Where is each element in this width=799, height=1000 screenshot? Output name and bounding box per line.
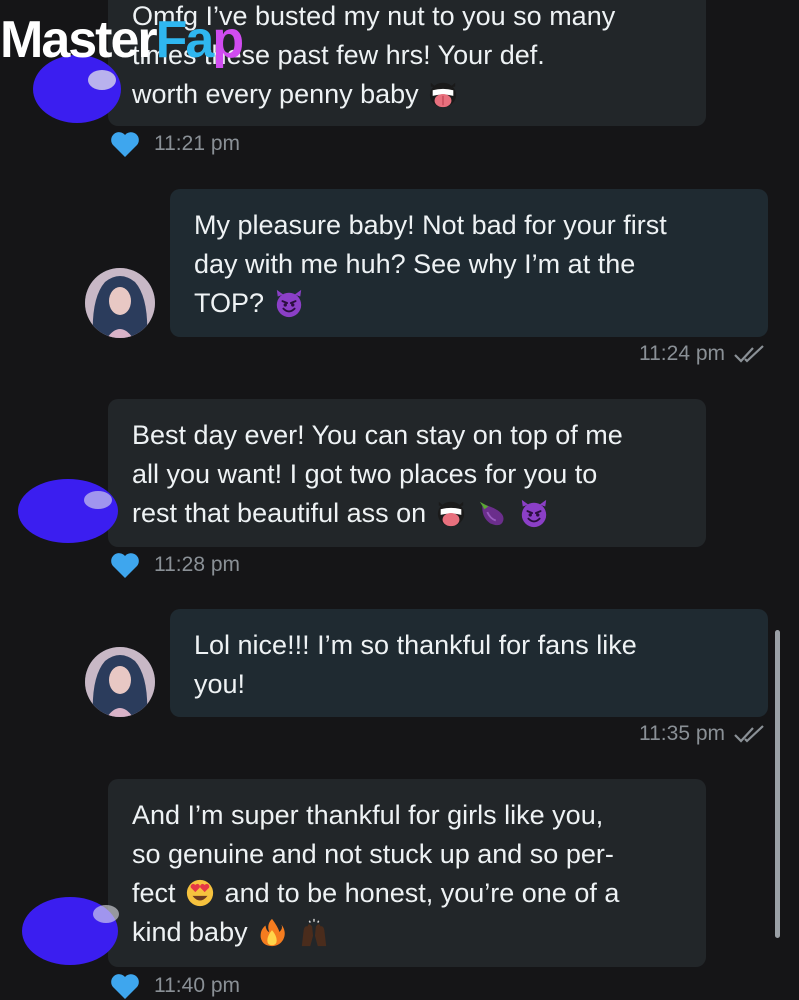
message-time: 11:35 pm — [639, 722, 725, 745]
smiling-devil-emoji-icon — [276, 289, 301, 318]
avatar-photo — [85, 268, 155, 338]
watermark-text: Fa — [155, 11, 215, 69]
double-check-icon — [734, 725, 764, 743]
sender-avatar[interactable] — [85, 647, 155, 717]
heart-icon[interactable] — [110, 551, 140, 579]
message-time: 11:21 pm — [154, 132, 240, 155]
message-text-line: My pleasure baby! Not bad for your first — [194, 210, 667, 240]
tongue-face-emoji-icon — [437, 501, 464, 527]
message-bubble-incoming[interactable]: Best day ever! You can stay on top of me… — [108, 399, 706, 547]
double-check-icon — [734, 345, 764, 363]
tongue-face-emoji-icon — [430, 82, 457, 108]
message-meta: 11:40 pm — [110, 972, 240, 1000]
message-text: TOP? — [194, 288, 265, 318]
message-meta: 11:35 pm — [639, 722, 767, 746]
eggplant-emoji-icon — [480, 501, 504, 526]
heart-eyes-emoji-icon — [186, 879, 214, 907]
chat-screen: Omfg I’ve busted my nut to you so many t… — [0, 0, 799, 1000]
watermark-text: Master — [0, 11, 158, 69]
message-text-line-with-emoji: fect and to be honest, you’re one of a — [132, 874, 682, 913]
message-text-line: so genuine and not stuck up and so per- — [132, 839, 614, 869]
message-text: fect — [132, 878, 176, 908]
message-text-line: Best day ever! You can stay on top of me — [132, 420, 623, 450]
heart-icon[interactable] — [110, 972, 140, 1000]
message-text: and to be honest, you’re one of a — [224, 878, 620, 908]
message-meta: 11:24 pm — [639, 342, 767, 366]
message-meta: 11:28 pm — [110, 551, 240, 579]
message-text: kind baby — [132, 917, 248, 947]
heart-icon[interactable] — [110, 130, 140, 158]
message-time: 11:24 pm — [639, 342, 725, 365]
scrollbar-thumb[interactable] — [775, 630, 780, 938]
redacted-avatar — [10, 470, 130, 552]
message-time: 11:28 pm — [154, 553, 240, 576]
message-text: worth every penny baby — [132, 79, 419, 109]
message-text-line: And I’m super thankful for girls like yo… — [132, 800, 604, 830]
message-text-line: all you want! I got two places for you t… — [132, 459, 598, 489]
raising-hands-emoji-icon — [301, 918, 326, 947]
watermark-logo: MasterFap — [0, 10, 244, 70]
message-text-line: Lol nice!!! I’m so thankful for fans lik… — [194, 630, 637, 660]
message-text-line-with-emoji: rest that beautiful ass on — [132, 494, 682, 533]
avatar-photo — [85, 647, 155, 717]
message-text-line-with-emoji: worth every penny baby — [132, 75, 682, 114]
watermark-text: p — [212, 11, 244, 69]
message-bubble-outgoing[interactable]: Lol nice!!! I’m so thankful for fans lik… — [170, 609, 768, 717]
message-text: rest that beautiful ass on — [132, 498, 427, 528]
message-text-line-with-emoji: TOP? — [194, 284, 744, 323]
message-meta: 11:21 pm — [110, 130, 240, 158]
message-bubble-incoming[interactable]: And I’m super thankful for girls like yo… — [108, 779, 706, 967]
sender-avatar[interactable] — [85, 268, 155, 338]
message-bubble-outgoing[interactable]: My pleasure baby! Not bad for your first… — [170, 189, 768, 337]
fire-emoji-icon — [260, 918, 285, 947]
message-text-line: day with me huh? See why I’m at the — [194, 249, 636, 279]
message-text-line: you! — [194, 669, 246, 699]
redacted-avatar — [14, 888, 134, 974]
message-text-line-with-emoji: kind baby — [132, 913, 682, 952]
message-time: 11:40 pm — [154, 974, 240, 997]
smiling-devil-emoji-icon — [521, 499, 546, 528]
